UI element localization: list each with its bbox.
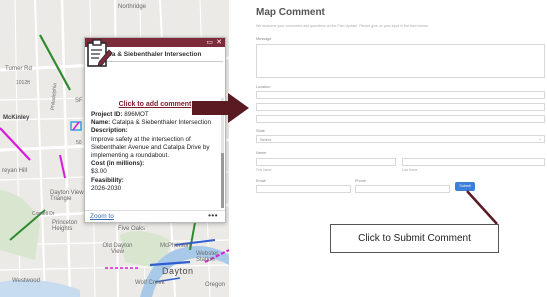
callout-pointer <box>466 190 498 225</box>
callout-text: Click to Submit Comment <box>358 233 471 244</box>
arrow-to-form <box>192 93 249 123</box>
submit-callout: Click to Submit Comment <box>330 224 499 253</box>
